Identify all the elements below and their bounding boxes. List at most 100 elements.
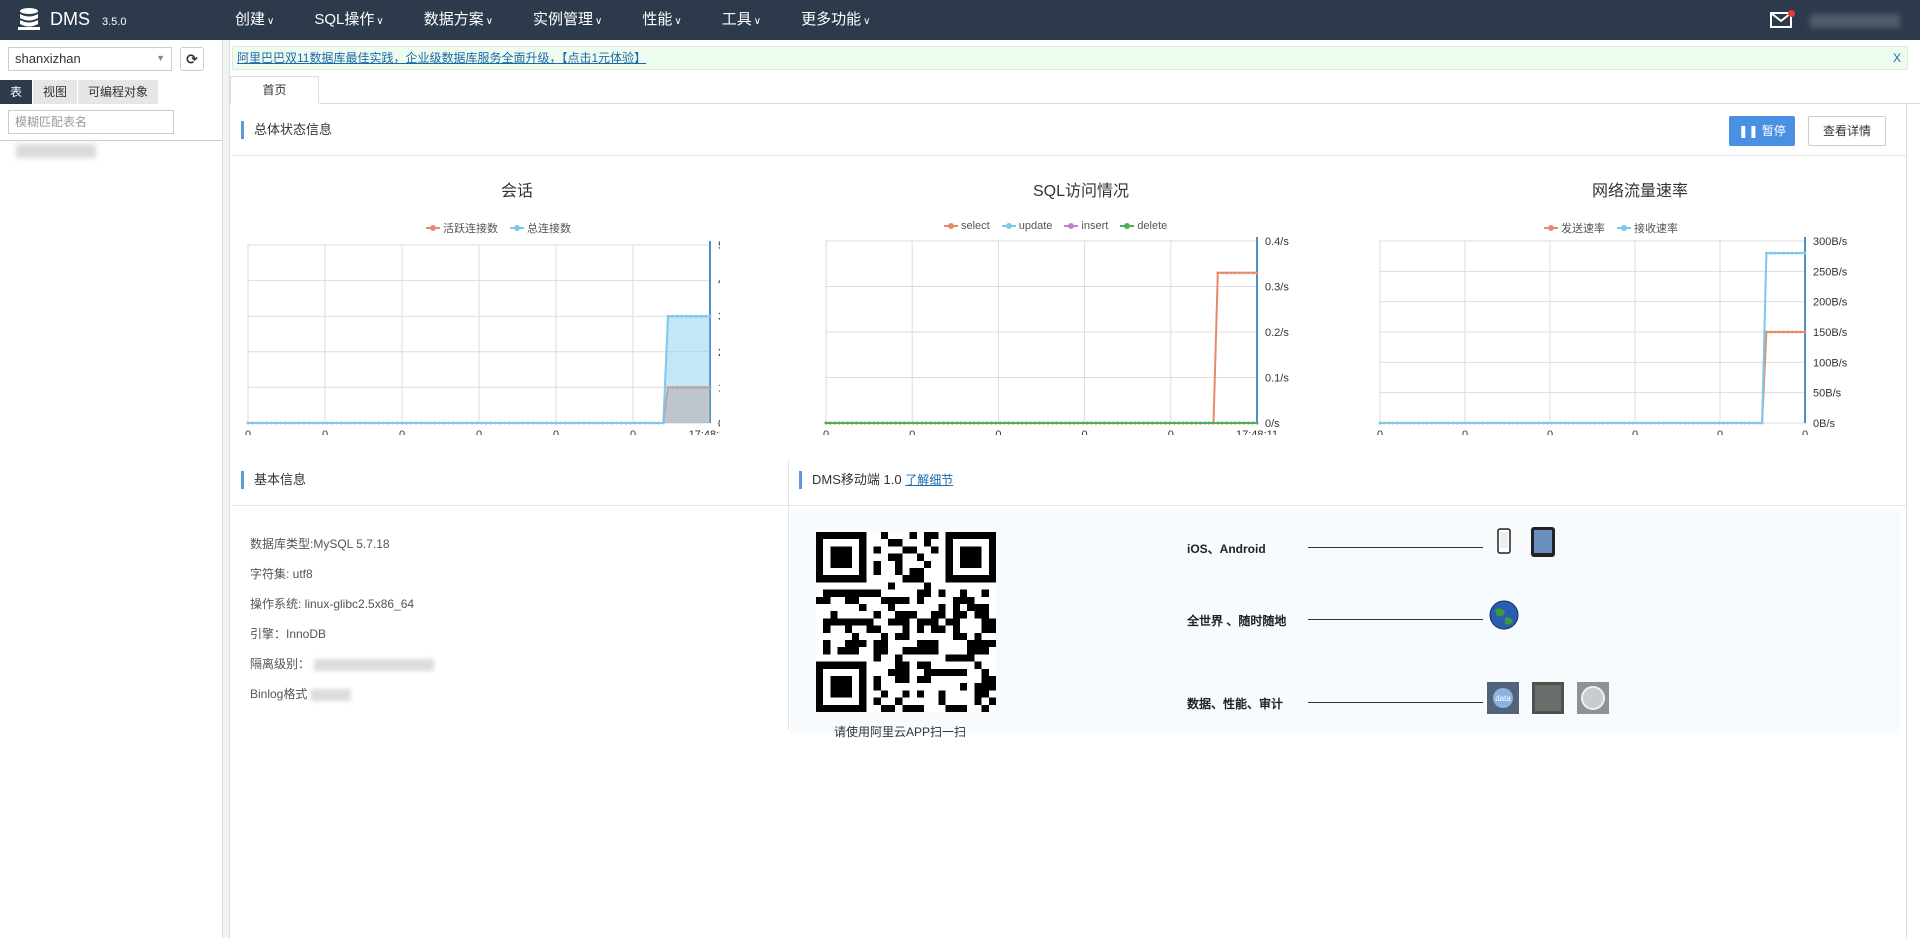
data-point: [423, 421, 427, 425]
user-menu[interactable]: [1810, 14, 1900, 28]
data-point: [1520, 421, 1524, 425]
data-point: [1709, 421, 1712, 425]
data-point: [1777, 330, 1781, 334]
data-point: [1683, 421, 1687, 425]
data-point: [842, 421, 845, 425]
qr-module: [924, 640, 932, 648]
close-icon[interactable]: X: [1893, 47, 1901, 69]
data-point: [1430, 421, 1433, 425]
database-select[interactable]: shanxizhan ▼: [8, 47, 172, 71]
qr-module: [873, 640, 881, 648]
table-list-item[interactable]: [16, 144, 96, 158]
tablet-icon: [1531, 527, 1555, 557]
nav-performance[interactable]: 性能 ∨: [642, 0, 681, 40]
details-button[interactable]: 查看详情: [1808, 116, 1886, 146]
qr-module: [981, 604, 989, 612]
data-point: [1159, 421, 1163, 425]
nav-instance[interactable]: 实例管理 ∨: [533, 0, 602, 40]
y-tick-label: 0.2/s: [1265, 327, 1289, 339]
data-point: [1425, 421, 1429, 425]
tab-programmable[interactable]: 可编程对象: [78, 80, 160, 104]
data-point: [255, 421, 259, 425]
app-name: DMS: [50, 8, 90, 29]
pause-button[interactable]: ❚❚ 暂停: [1729, 116, 1795, 146]
x-tick-label: 0: [1802, 429, 1808, 435]
qr-module: [988, 683, 996, 691]
qr-module: [967, 604, 975, 612]
sidebar-splitter[interactable]: [222, 40, 230, 938]
refresh-button[interactable]: ⟳: [180, 47, 204, 71]
data-point: [1636, 421, 1639, 425]
data-point: [1722, 421, 1725, 425]
chart-sessions: 01234500000017:48:35: [245, 240, 720, 435]
info-engine: 引擎：InnoDB: [250, 627, 327, 641]
tab-tables[interactable]: 表: [0, 80, 34, 104]
nav-label: 更多功能: [801, 11, 862, 28]
data-point: [1481, 421, 1485, 425]
qr-module: [909, 532, 917, 540]
tab-views[interactable]: 视图: [33, 80, 79, 104]
nav-tools[interactable]: 工具 ∨: [722, 0, 761, 40]
divider: [231, 155, 1906, 156]
details-link[interactable]: 了解细节: [905, 473, 953, 487]
data-point: [1490, 421, 1494, 425]
section-title-mobile: DMS移动端 1.0 了解细节: [799, 471, 953, 489]
database-select-value: shanxizhan: [15, 51, 81, 66]
redacted-value: [314, 658, 435, 671]
data-point: [1124, 421, 1128, 425]
data-point: [1216, 271, 1220, 275]
caret-down-icon: ▼: [156, 53, 165, 63]
qr-module: [981, 676, 989, 684]
nav-data-plan[interactable]: 数据方案 ∨: [424, 0, 493, 40]
x-tick-label: 17:48:35: [689, 429, 720, 435]
data-point: [405, 421, 409, 425]
nav-more[interactable]: 更多功能 ∨: [801, 0, 870, 40]
data-point: [1795, 330, 1798, 334]
qr-module: [873, 611, 881, 619]
tab-home[interactable]: 首页: [230, 76, 319, 104]
qr-module: [924, 539, 932, 547]
qr-module: [931, 647, 939, 655]
nav-sql[interactable]: SQL操作 ∨: [314, 0, 383, 40]
qr-module: [938, 604, 946, 612]
qr-module: [844, 640, 852, 648]
qr-module: [830, 589, 838, 597]
qr-module: [916, 618, 924, 626]
data-point: [344, 421, 348, 425]
divider: [788, 460, 789, 730]
nav-create[interactable]: 创建 ∨: [235, 0, 274, 40]
qr-module: [880, 640, 888, 648]
redacted-value: [311, 688, 352, 701]
app-logo[interactable]: DMS 3.5.0: [16, 6, 126, 32]
qr-module: [823, 618, 831, 626]
data-point: [1790, 251, 1794, 255]
data-point: [1773, 251, 1777, 255]
qr-module: [931, 668, 939, 676]
qr-module: [866, 625, 874, 633]
data-point: [1468, 421, 1472, 425]
nav-label: SQL操作: [314, 11, 375, 28]
qr-module: [988, 697, 996, 705]
sidebar: shanxizhan ▼ ⟳ 表 视图 可编程对象: [0, 40, 222, 938]
data-point: [872, 421, 876, 425]
connector-line: [1308, 619, 1483, 620]
data-point: [876, 421, 880, 425]
qr-module: [816, 596, 824, 604]
data-point: [937, 421, 941, 425]
data-point: [1199, 421, 1202, 425]
data-point: [1421, 421, 1425, 425]
data-point: [1107, 421, 1111, 425]
promo-link[interactable]: 阿里巴巴双11数据库最佳实践，企业级数据库服务全面升级，【点击1元体验】: [237, 51, 646, 65]
info-isolation: 隔离级别：: [250, 655, 435, 672]
nav-label: 实例管理: [533, 11, 594, 28]
data-point: [1387, 421, 1390, 425]
qr-module: [981, 611, 989, 619]
data-point: [1185, 421, 1189, 425]
divider: [231, 505, 1906, 506]
data-point: [643, 421, 647, 425]
table-filter-input[interactable]: [8, 110, 174, 134]
data-point: [1546, 421, 1549, 425]
data-point: [1242, 421, 1246, 425]
data-point: [1743, 421, 1747, 425]
data-point: [1764, 251, 1768, 255]
